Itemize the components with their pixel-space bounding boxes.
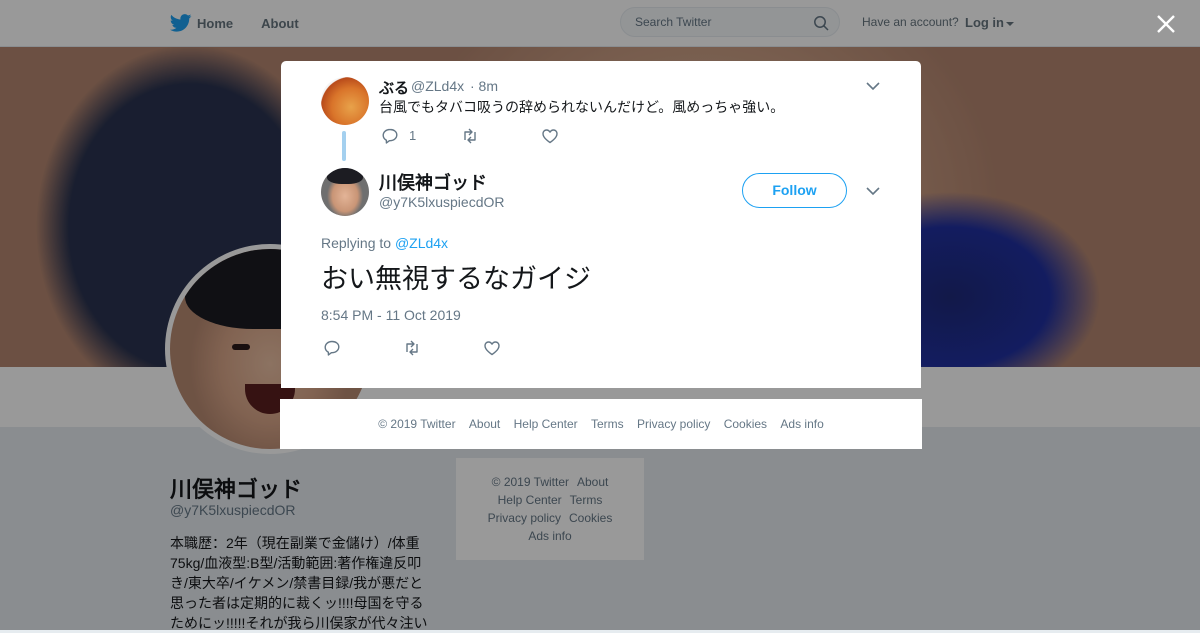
- main-tweet-avatar[interactable]: [321, 168, 369, 216]
- main-tweet-text: おい無視するなガイジ: [321, 264, 591, 294]
- footer-copyright: © 2019 Twitter: [378, 417, 456, 431]
- reply-icon[interactable]: [323, 339, 341, 357]
- parent-tweet-name[interactable]: ぶる: [379, 77, 409, 98]
- chevron-down-icon[interactable]: [865, 78, 881, 94]
- replying-to-label: Replying to: [321, 235, 392, 251]
- footer-about-link[interactable]: About: [469, 417, 500, 431]
- tweet-permalink-modal: ぶる @ZLd4x · 8m 台風でもタバコ吸うの辞められないんだけど。風めっち…: [281, 61, 921, 388]
- follow-button[interactable]: Follow: [742, 173, 847, 208]
- main-tweet-name[interactable]: 川俣神ゴッド: [379, 169, 487, 195]
- replying-to: Replying to @ZLd4x: [321, 235, 448, 251]
- footer-cookies-link[interactable]: Cookies: [724, 417, 767, 431]
- main-tweet-timestamp[interactable]: 8:54 PM - 11 Oct 2019: [321, 307, 461, 323]
- parent-tweet-time[interactable]: · 8m: [470, 78, 498, 94]
- close-icon[interactable]: [1154, 12, 1178, 36]
- modal-footer: © 2019 Twitter About Help Center Terms P…: [280, 399, 922, 449]
- footer-privacy-link[interactable]: Privacy policy: [637, 417, 710, 431]
- parent-tweet-text: 台風でもタバコ吸うの辞められないんだけど。風めっちゃ強い。: [379, 99, 785, 115]
- main-tweet-handle[interactable]: @y7K5lxuspiecdOR: [379, 194, 505, 210]
- chevron-down-icon[interactable]: [865, 183, 881, 199]
- reply-icon[interactable]: [381, 127, 399, 145]
- footer-ads-link[interactable]: Ads info: [780, 417, 823, 431]
- thread-connector-line: [342, 131, 346, 161]
- footer-help-link[interactable]: Help Center: [514, 417, 578, 431]
- like-icon[interactable]: [483, 339, 501, 357]
- retweet-icon[interactable]: [403, 339, 421, 357]
- footer-terms-link[interactable]: Terms: [591, 417, 624, 431]
- reply-count: 1: [409, 128, 417, 143]
- parent-tweet-avatar[interactable]: [321, 77, 369, 125]
- replying-to-handle-link[interactable]: @ZLd4x: [395, 235, 448, 251]
- like-icon[interactable]: [541, 127, 559, 145]
- parent-tweet-handle[interactable]: @ZLd4x: [411, 78, 464, 94]
- retweet-icon[interactable]: [461, 127, 479, 145]
